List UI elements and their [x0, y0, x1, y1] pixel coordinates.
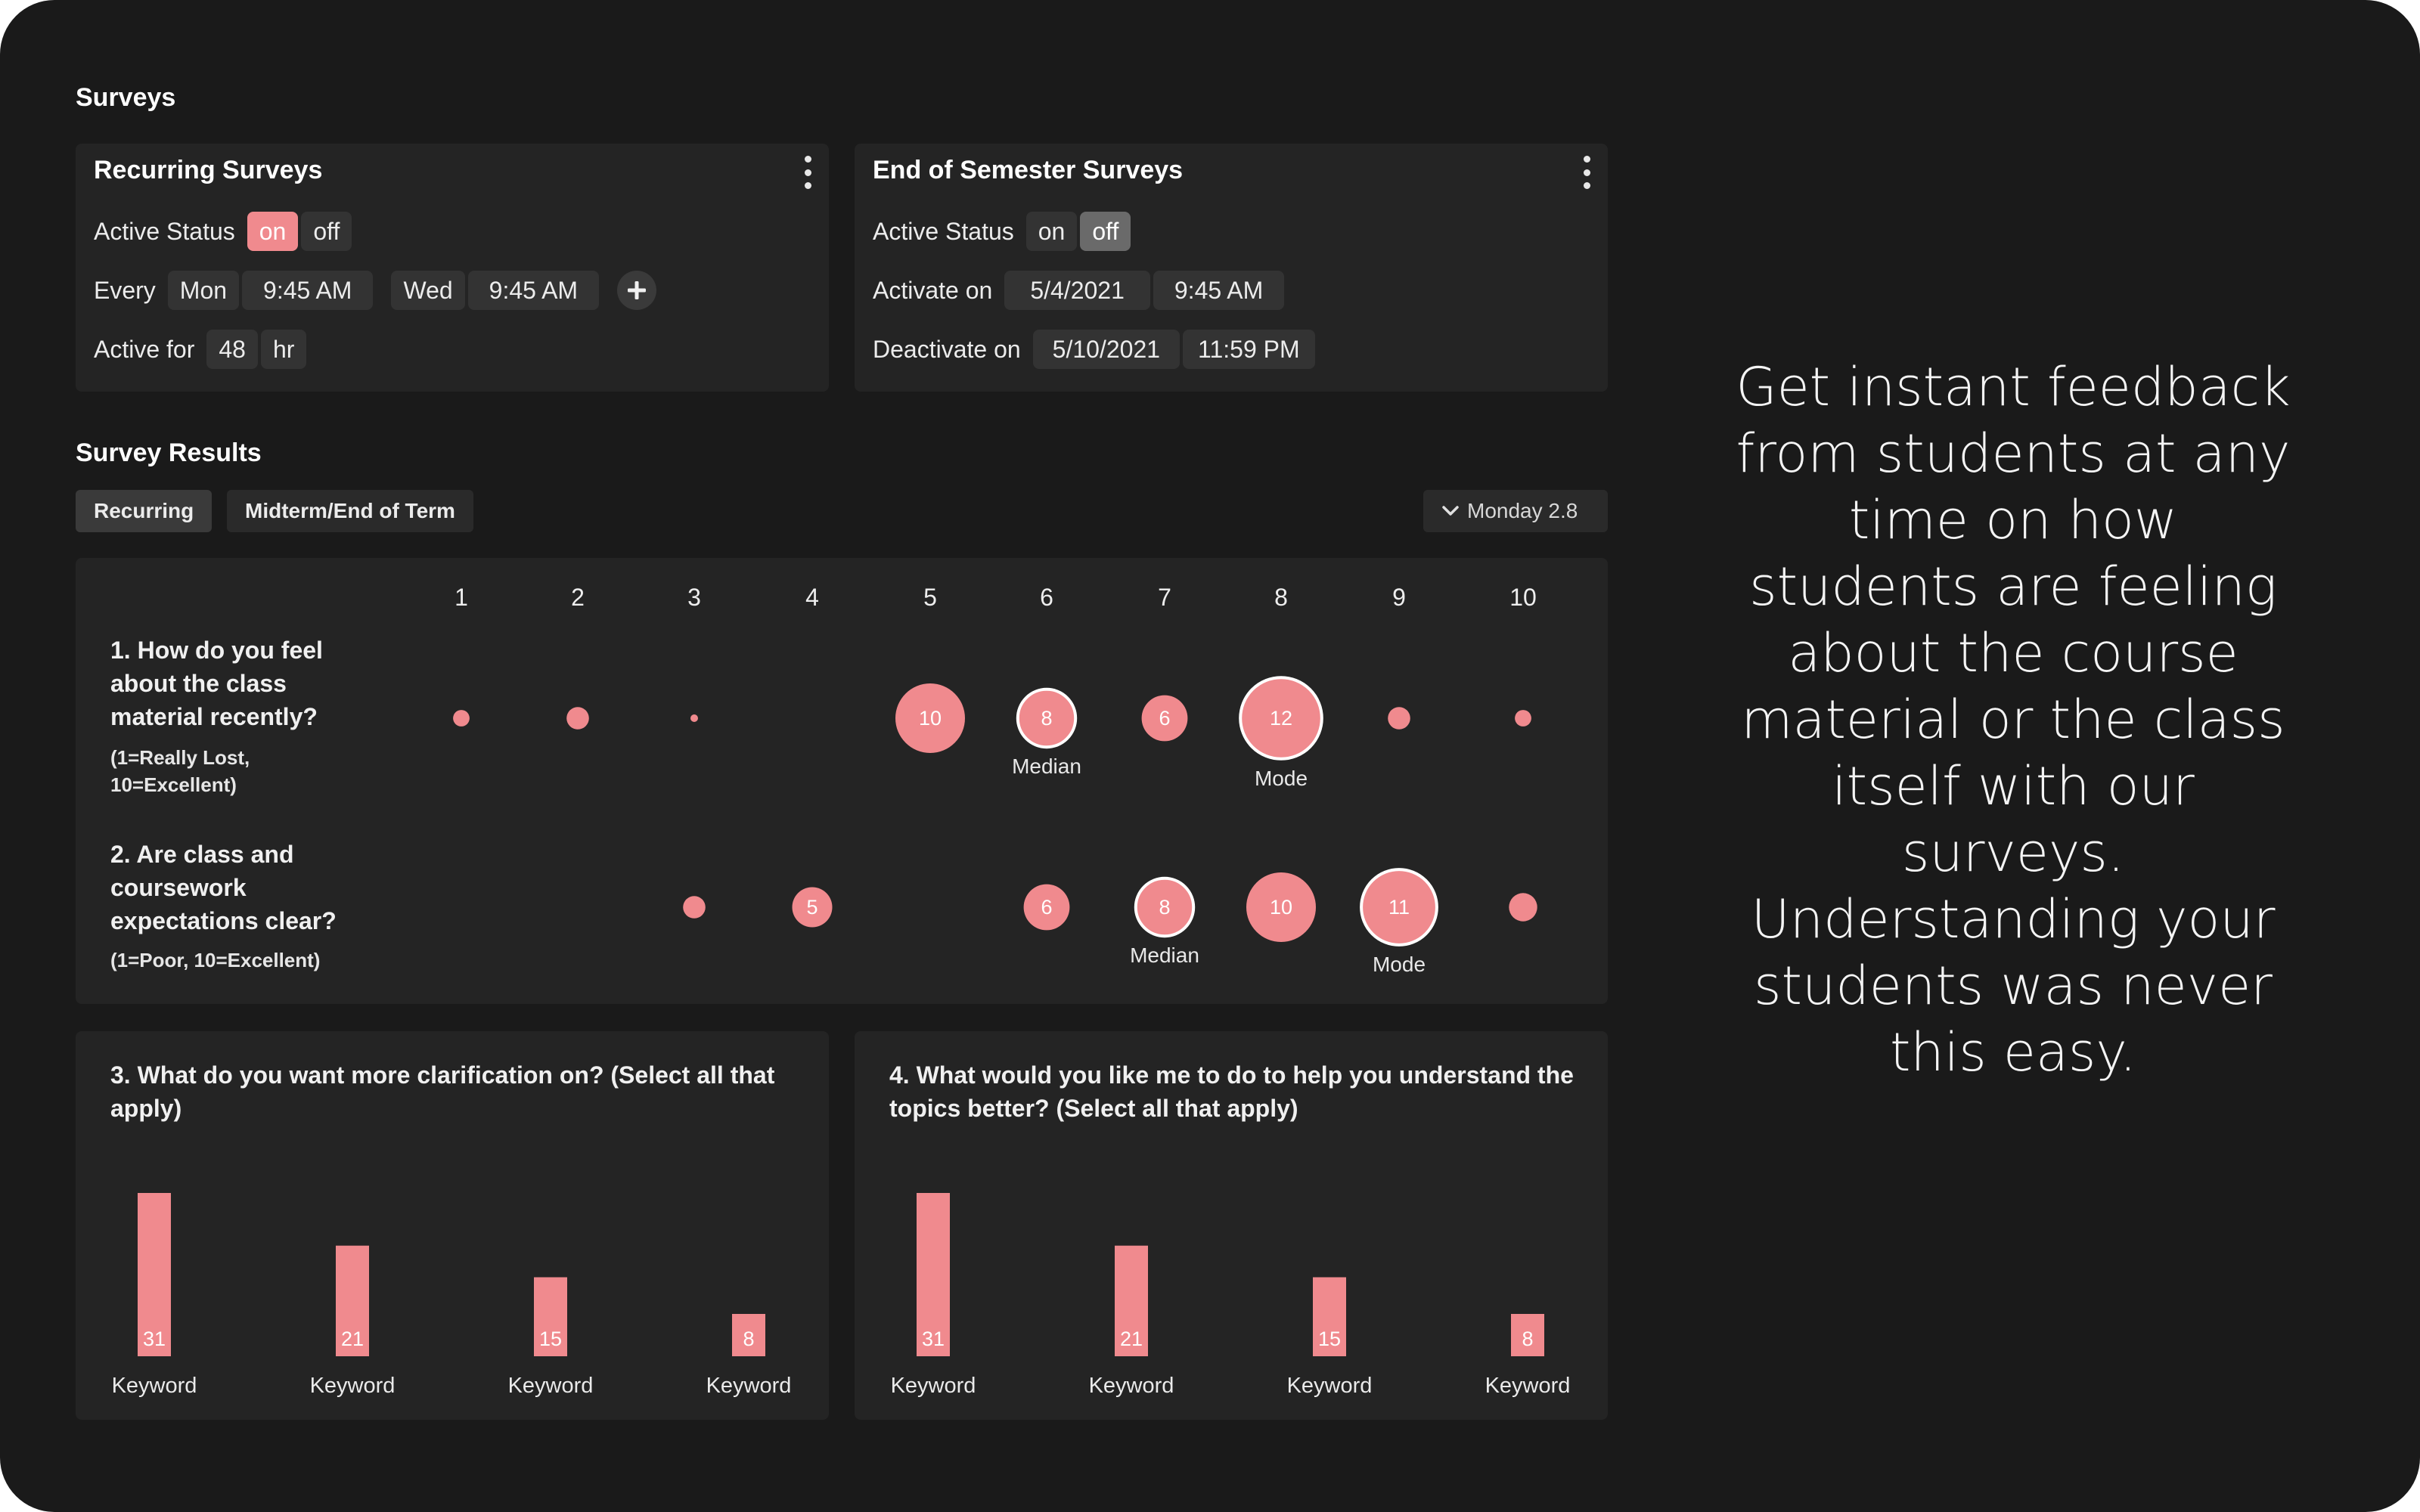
bar-value-label: 15 [539, 1328, 562, 1350]
active-status-toggle: on off [247, 212, 352, 251]
active-for-unit[interactable]: hr [260, 330, 307, 369]
question-3-bar-chart: 31 Keyword 21 Keyword 15 Keyword 8 Keyword [112, 1193, 792, 1398]
tab-recurring[interactable]: Recurring [76, 490, 213, 532]
bar-category-label: Keyword [1485, 1374, 1571, 1398]
activate-date-field[interactable]: 5/4/2021 [1004, 271, 1150, 310]
bar-category-label: Keyword [1089, 1374, 1174, 1398]
activate-datetime: 5/4/2021 9:45 AM [1004, 271, 1285, 310]
activate-label: Activate on [873, 276, 993, 304]
deactivate-row: Deactivate on 5/10/2021 11:59 PM [873, 330, 1315, 369]
deactivate-datetime: 5/10/2021 11:59 PM [1032, 330, 1315, 369]
bubble-count-label: 5 [806, 896, 818, 919]
feature-description: Get instant feedback from students at an… [1736, 356, 2291, 1083]
app-frame: Surveys Recurring Surveys Active Status … [0, 0, 2420, 1512]
bar-category-label: Keyword [1287, 1374, 1373, 1398]
toggle-off-button[interactable]: off [1080, 212, 1131, 251]
deactivate-date-field[interactable]: 5/10/2021 [1032, 330, 1181, 369]
add-schedule-button[interactable] [617, 271, 657, 310]
recurring-active-status-row: Active Status on off [94, 212, 352, 251]
time-select[interactable]: 9:45 AM [467, 271, 600, 310]
active-status-label: Active Status [94, 217, 235, 245]
recurring-schedule-row: Every Mon 9:45 AM Wed 9:45 AM [94, 271, 657, 310]
day-select[interactable]: Mon [167, 271, 240, 310]
date-selector[interactable]: Monday 2.8 [1423, 490, 1608, 532]
median-label: Median [1012, 754, 1081, 779]
question-4-card: 4. What would you like me to do to help … [855, 1031, 1608, 1420]
schedule-slot-2: Wed 9:45 AM [391, 271, 600, 310]
tab-midterm-end-of-term[interactable]: Midterm/End of Term [227, 490, 473, 532]
bar-value-label: 21 [341, 1328, 364, 1350]
deactivate-label: Deactivate on [873, 335, 1021, 363]
recurring-surveys-title: Recurring Surveys [94, 156, 323, 184]
question-4-bar-chart: 31 Keyword 21 Keyword 15 Keyword 8 Keyword [891, 1193, 1571, 1398]
bar-category-label: Keyword [508, 1374, 594, 1398]
date-selector-label: Monday 2.8 [1467, 499, 1578, 522]
schedule-slot-1: Mon 9:45 AM [167, 271, 374, 310]
response-bubble[interactable] [566, 707, 589, 730]
bubble-count-label: 12 [1270, 707, 1292, 730]
plus-icon [628, 281, 647, 299]
bar-value-label: 21 [1120, 1328, 1143, 1350]
bubble-count-label: 8 [1159, 896, 1170, 919]
bubble-count-label: 10 [919, 707, 942, 730]
deactivate-time-field[interactable]: 11:59 PM [1183, 330, 1315, 369]
chevron-down-icon [1442, 506, 1459, 516]
mode-label: Mode [1372, 952, 1426, 976]
bar-value-label: 8 [743, 1328, 754, 1350]
response-bubble[interactable] [1515, 710, 1531, 727]
end-of-semester-card: End of Semester Surveys Active Status on… [855, 144, 1608, 392]
more-options-icon[interactable] [803, 156, 812, 189]
end-of-semester-title: End of Semester Surveys [873, 156, 1184, 184]
bar-category-label: Keyword [891, 1374, 976, 1398]
activate-time-field[interactable]: 9:45 AM [1153, 271, 1285, 310]
bubble-count-label: 6 [1041, 896, 1052, 919]
active-for-label: Active for [94, 335, 195, 363]
response-bubble[interactable] [683, 896, 706, 919]
active-for-value[interactable]: 48 [206, 330, 258, 369]
activate-row: Activate on 5/4/2021 9:45 AM [873, 271, 1285, 310]
bubble-chart: 10 8 6 12 5 6 8 10 11 [453, 676, 1537, 947]
bar-value-label: 15 [1318, 1328, 1341, 1350]
response-bubble[interactable] [1388, 707, 1410, 730]
response-bubble[interactable] [453, 710, 470, 727]
active-status-label: Active Status [873, 217, 1014, 245]
toggle-off-button[interactable]: off [301, 212, 352, 251]
bubble-count-label: 10 [1270, 896, 1292, 919]
bar-value-label: 8 [1522, 1328, 1533, 1350]
bubble-count-label: 11 [1388, 896, 1410, 919]
recurring-surveys-card: Recurring Surveys Active Status on off E… [76, 144, 829, 392]
more-options-icon[interactable] [1582, 156, 1591, 189]
response-bubble[interactable] [1509, 893, 1537, 922]
scale-results-panel: 1 2 3 4 5 6 7 8 9 10 1. How do you feel about the… [76, 558, 1608, 1004]
bubble-count-label: 6 [1159, 707, 1170, 730]
toggle-on-button[interactable]: on [247, 212, 299, 251]
day-select[interactable]: Wed [391, 271, 465, 310]
time-select[interactable]: 9:45 AM [242, 271, 374, 310]
active-status-toggle: on off [1025, 212, 1131, 251]
response-bubble[interactable] [690, 714, 698, 722]
bar-category-label: Keyword [310, 1374, 396, 1398]
question-3-card: 3. What do you want more clarification o… [76, 1031, 829, 1420]
mode-label: Mode [1254, 766, 1308, 790]
surveys-heading: Surveys [76, 83, 176, 112]
survey-results-heading: Survey Results [76, 438, 262, 467]
active-for-input: 48 hr [206, 330, 307, 369]
bar-category-label: Keyword [706, 1374, 792, 1398]
median-label: Median [1130, 943, 1199, 968]
bar-value-label: 31 [922, 1328, 945, 1350]
bar-category-label: Keyword [112, 1374, 197, 1398]
bubble-count-label: 8 [1041, 707, 1052, 730]
eos-active-status-row: Active Status on off [873, 212, 1131, 251]
bar-value-label: 31 [143, 1328, 166, 1350]
toggle-on-button[interactable]: on [1025, 212, 1078, 251]
every-label: Every [94, 276, 156, 304]
active-for-row: Active for 48 hr [94, 330, 307, 369]
